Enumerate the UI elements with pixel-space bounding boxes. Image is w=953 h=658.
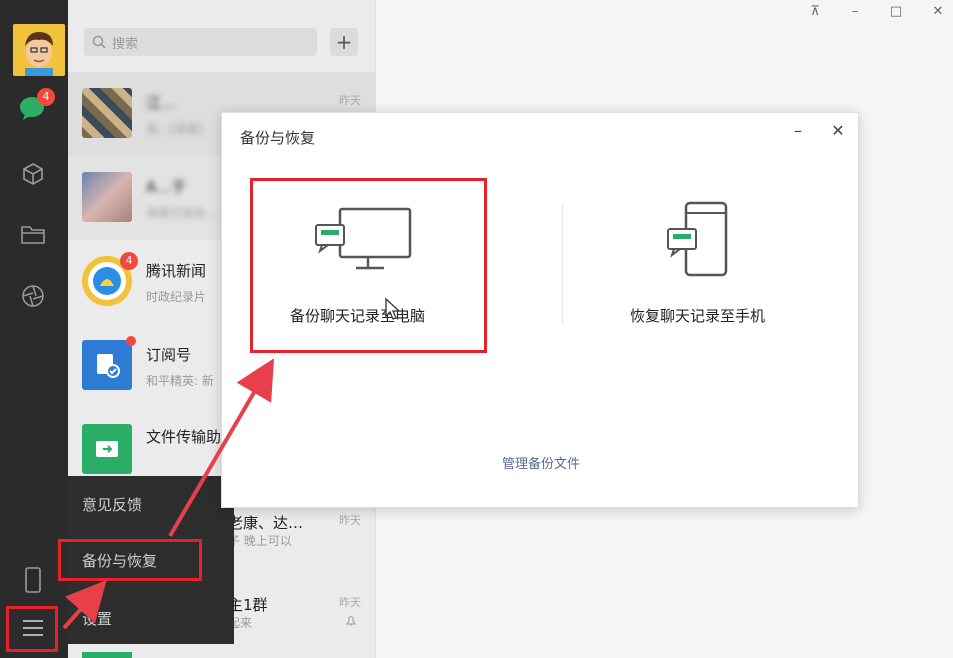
close-button[interactable]: ✕ <box>929 4 947 19</box>
restore-to-phone-option[interactable]: 恢复聊天记录至手机 <box>612 179 812 351</box>
chat-time: 昨天 <box>339 596 361 609</box>
chat-time: 昨天 <box>339 94 361 107</box>
dialog-close-button[interactable]: ✕ <box>828 121 848 140</box>
chat-preview: 子 晚上可以 <box>228 534 292 548</box>
chat-title: 订阅号 <box>146 346 192 364</box>
contacts-icon[interactable] <box>17 158 49 190</box>
folder-icon[interactable] <box>17 218 49 250</box>
backup-menu-highlight-box <box>58 539 202 581</box>
manage-backups-link[interactable]: 管理备份文件 <box>222 453 860 472</box>
chat-title: 文件传输助 <box>146 428 222 446</box>
maximize-button[interactable]: □ <box>887 4 905 19</box>
list-item-edge <box>82 652 132 658</box>
restore-to-phone-label: 恢复聊天记录至手机 <box>630 307 766 325</box>
chat-title: 老康、达… <box>228 514 304 532</box>
chat-title: 江… <box>146 94 177 112</box>
search-icon <box>92 35 106 49</box>
dialog-minimize-button[interactable]: – <box>788 121 808 140</box>
unread-badge: 4 <box>120 252 138 270</box>
group-avatar <box>82 88 132 138</box>
pin-icon[interactable]: ⊼ <box>806 4 824 19</box>
moments-icon[interactable] <box>17 280 49 312</box>
menu-item-feedback[interactable]: 意见反馈 <box>82 494 142 515</box>
backup-option-highlight-box <box>250 178 487 353</box>
chat-preview: 时政纪录片 <box>146 290 207 304</box>
unread-dot <box>126 336 136 346</box>
chat-preview: 和平精英: 新 <box>146 374 214 388</box>
phone-icon[interactable] <box>17 564 49 596</box>
chat-title: 腾讯新闻 <box>146 262 207 280</box>
minimize-button[interactable]: – <box>846 4 864 19</box>
phone-device-icon <box>667 201 728 277</box>
dialog-title: 备份与恢复 <box>240 129 316 147</box>
chat-title: A…于 <box>146 178 187 196</box>
contact-avatar <box>82 172 132 222</box>
wechat-window: ⊼ – □ ✕ 4 搜索 + 江… 自…[语音] 昨天 A…于 消息已发出… 4… <box>0 0 953 658</box>
chat-preview: 自…[语音] <box>146 122 204 136</box>
chat-preview: 消息已发出… <box>146 206 219 220</box>
menu-highlight-box <box>6 606 58 652</box>
menu-item-settings[interactable]: 设置 <box>82 608 112 629</box>
add-button[interactable]: + <box>330 28 358 56</box>
chat-unread-badge: 4 <box>37 88 55 106</box>
dialog-divider <box>562 205 563 325</box>
chat-time: 昨天 <box>339 514 361 527</box>
mute-icon <box>345 615 357 626</box>
chat-icon[interactable]: 4 <box>17 88 55 124</box>
search-input[interactable]: 搜索 <box>84 28 317 56</box>
subscription-icon <box>82 340 132 390</box>
search-placeholder: 搜索 <box>112 36 139 52</box>
file-transfer-icon <box>82 424 132 474</box>
avatar[interactable] <box>13 24 65 76</box>
